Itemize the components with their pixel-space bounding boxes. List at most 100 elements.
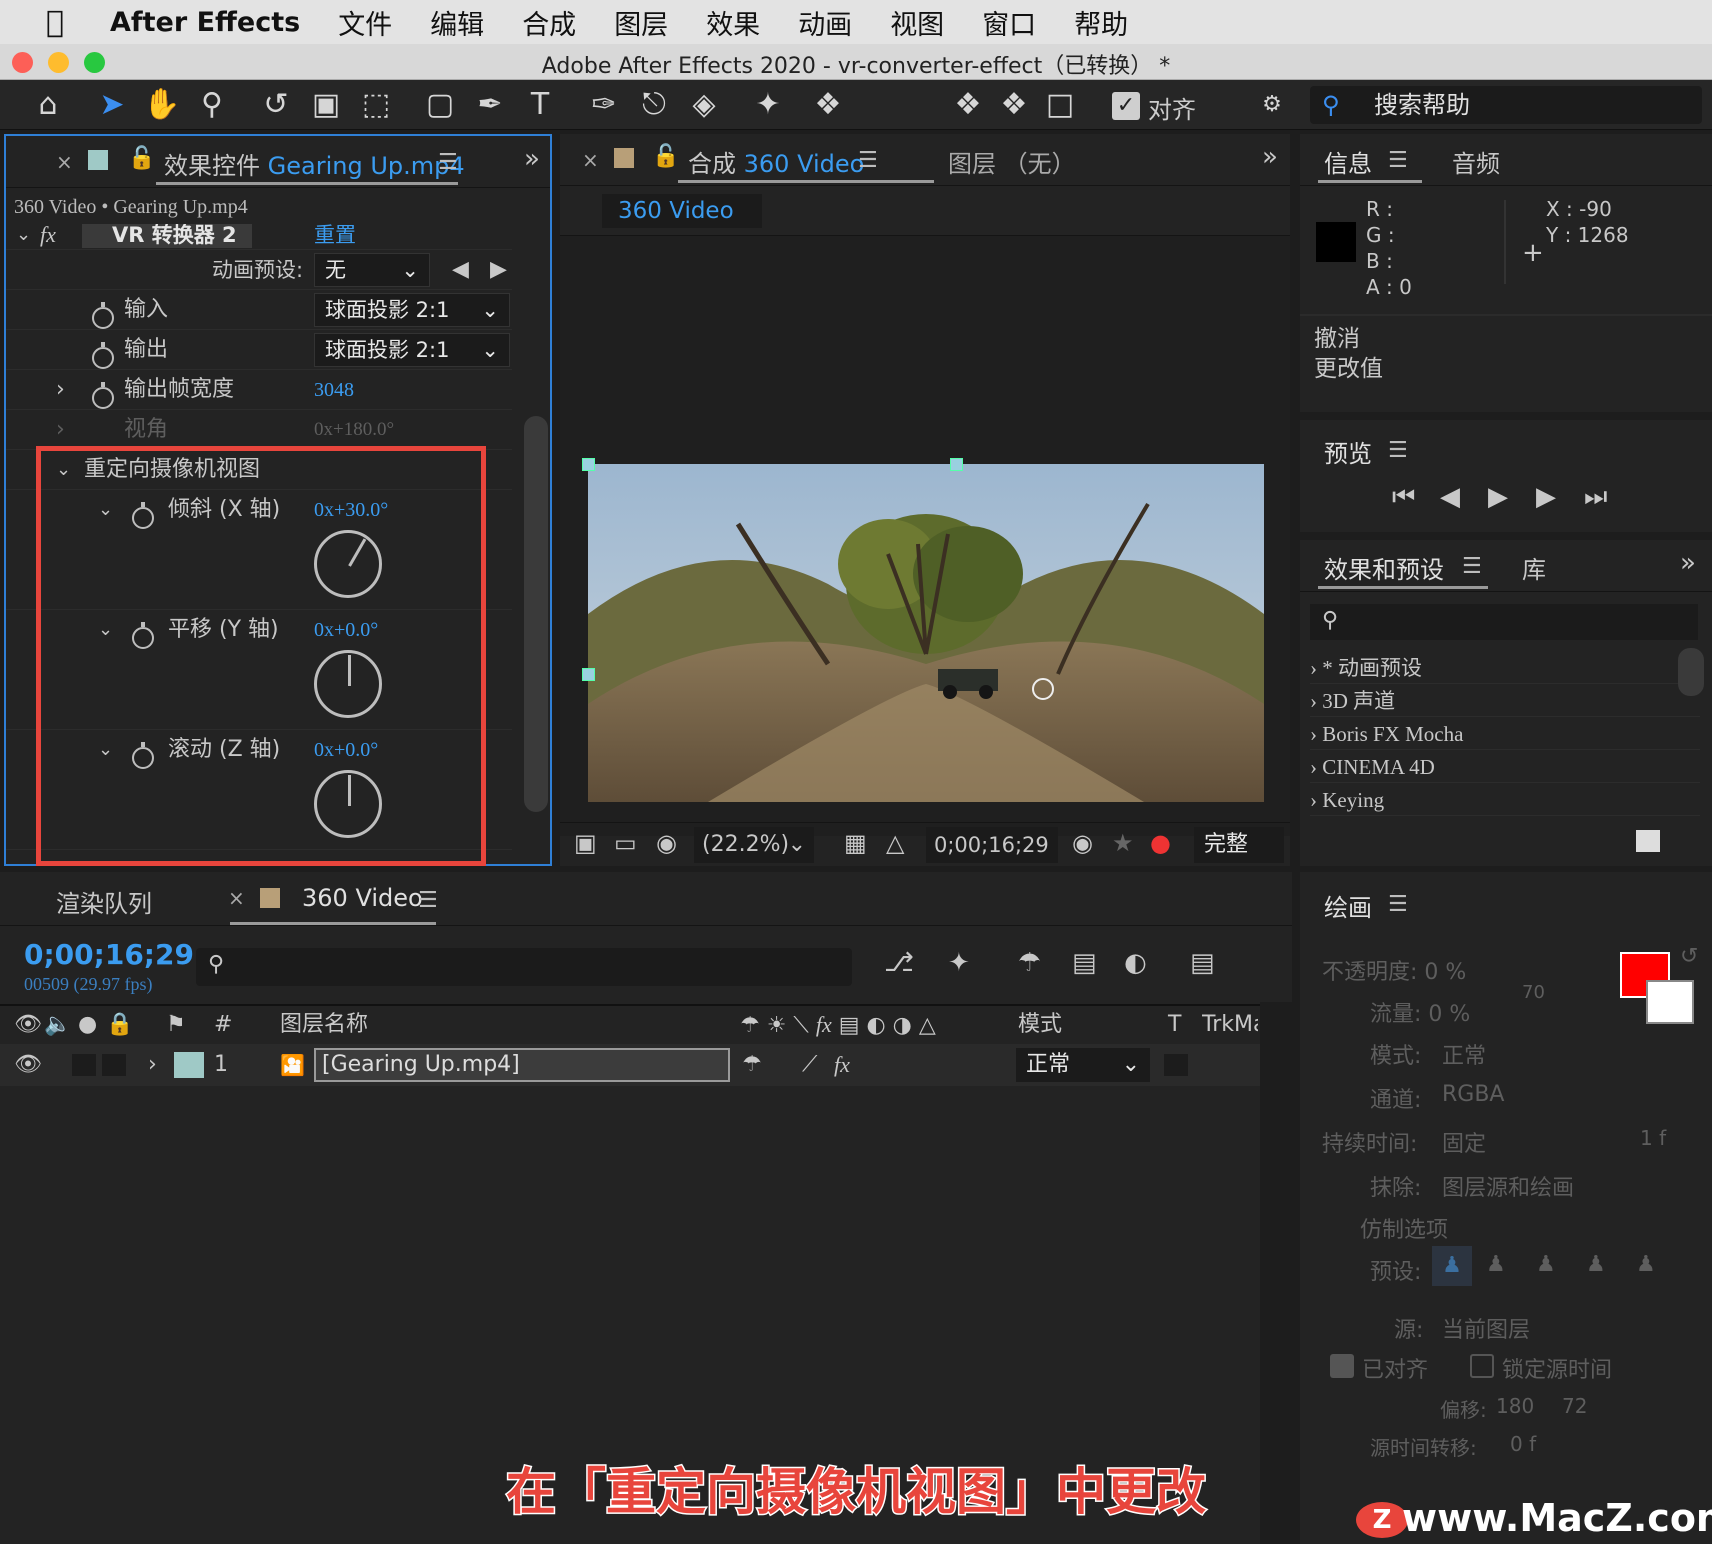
timeline-search-input[interactable]: ⚲ [196, 948, 852, 986]
axis-local-icon[interactable]: ❖ [948, 86, 988, 124]
time-shift-value[interactable]: 0 f [1510, 1432, 1536, 1456]
previous-frame-icon[interactable]: ◀ [1440, 482, 1460, 512]
erase-value[interactable]: 图层源和绘画 [1442, 1170, 1574, 1202]
swap-colors-icon[interactable]: ↺ [1680, 944, 1698, 969]
effect-panel-scrollbar[interactable] [524, 416, 548, 812]
frame-blending-icon[interactable]: ▤ [1072, 948, 1097, 978]
panel-menu-icon[interactable]: ☰ [1462, 554, 1482, 579]
source-value[interactable]: 当前图层 [1442, 1312, 1530, 1344]
menu-view[interactable]: 视图 [890, 3, 944, 42]
menu-animation[interactable]: 动画 [798, 3, 852, 42]
chevron-right-icon[interactable]: › [56, 410, 65, 450]
vr-goggles-icon[interactable]: ◉ [656, 829, 677, 857]
frame-width-value[interactable]: 3048 [314, 370, 354, 410]
chevron-down-icon[interactable]: ⌄ [16, 224, 31, 246]
audio-icon[interactable]: 🔈 [44, 1006, 71, 1044]
comp-flowchart-icon[interactable]: ⎇ [884, 948, 914, 978]
monitor-icon[interactable]: ▭ [614, 829, 637, 857]
menu-window[interactable]: 窗口 [982, 3, 1036, 42]
chevron-double-right-icon[interactable]: » [1680, 548, 1696, 578]
search-help-field[interactable]: ⚲ 搜索帮助 [1310, 86, 1702, 124]
tree-item-cinema-4d[interactable]: › CINEMA 4D [1310, 751, 1700, 783]
always-preview-icon[interactable]: ▣ [574, 829, 597, 857]
layer-tab[interactable]: 图层 （无） [948, 144, 1076, 179]
workspace-icon[interactable]: ⚙ [1252, 86, 1292, 124]
preset-dropdown[interactable]: 无 ⌄ [314, 253, 430, 287]
panel-menu-icon[interactable]: ☰ [858, 148, 878, 173]
fx-switch-icon[interactable]: fx [834, 1044, 850, 1086]
timeline-timecode[interactable]: 0;00;16;29 [24, 938, 194, 971]
tree-item-boris-fx[interactable]: › Boris FX Mocha [1310, 718, 1700, 750]
chevron-double-right-icon[interactable]: » [1262, 142, 1278, 172]
layer-name-field[interactable]: [Gearing Up.mp4] [314, 1048, 730, 1082]
clone-preset-3-icon[interactable]: ♟ [1536, 1252, 1556, 1277]
effect-controls-tab[interactable]: 效果控件 Gearing Up.mp4 [164, 146, 465, 181]
menu-effect[interactable]: 效果 [706, 3, 760, 42]
axis-world-icon[interactable]: ❖ [994, 86, 1034, 124]
chevron-right-icon[interactable]: › [148, 1044, 157, 1086]
roto-brush-tool-icon[interactable]: ✦ [748, 86, 788, 124]
type-tool-icon[interactable]: T [520, 86, 560, 124]
lock-switch[interactable] [102, 1054, 126, 1076]
motion-blur-icon[interactable]: ◐ [1124, 948, 1147, 978]
aligned-checkbox[interactable] [1330, 1354, 1354, 1378]
last-frame-icon[interactable]: ⏭ [1584, 482, 1607, 513]
rectangle-tool-icon[interactable]: ▢ [420, 86, 460, 124]
eye-icon[interactable]: 👁 [14, 1006, 42, 1044]
close-tab-icon[interactable]: × [582, 148, 599, 172]
lock-icon[interactable]: 🔓 [128, 146, 155, 171]
preserve-transparency-switch[interactable] [1164, 1054, 1188, 1076]
menu-composition[interactable]: 合成 [522, 3, 576, 42]
clone-preset-4-icon[interactable]: ♟ [1586, 1252, 1606, 1277]
title-safe-icon[interactable]: ▦ [844, 829, 867, 857]
tree-item-keying[interactable]: › Keying [1310, 784, 1700, 816]
audio-tab[interactable]: 音频 [1452, 144, 1500, 179]
solo-icon[interactable]: ● [78, 1006, 97, 1044]
input-dropdown[interactable]: 球面投影 2:1 ⌄ [314, 293, 510, 327]
menu-file[interactable]: 文件 [338, 3, 392, 42]
timeline-layer-row[interactable]: 👁 › 1 🎦 [Gearing Up.mp4] ☂ ⟋ fx 正常 ⌄ [0, 1044, 1260, 1086]
camera-tool-icon[interactable]: ▣ [306, 86, 346, 124]
zoom-dropdown[interactable]: (22.2%) ⌄ [694, 827, 814, 863]
comp-timeline-tab[interactable]: 360 Video [302, 884, 423, 912]
eraser-tool-icon[interactable]: ◈ [684, 86, 724, 124]
reset-link[interactable]: 重置 [314, 224, 356, 246]
play-icon[interactable]: ▶ [1488, 482, 1508, 512]
render-queue-tab[interactable]: 渲染队列 [56, 884, 152, 919]
lock-icon[interactable]: 🔓 [652, 144, 679, 169]
duration-frames[interactable]: 1 f [1640, 1126, 1666, 1150]
eye-icon[interactable]: 👁 [14, 1044, 42, 1086]
new-bin-icon[interactable] [1636, 830, 1660, 852]
panel-menu-icon[interactable]: ☰ [1388, 438, 1408, 463]
solo-switch[interactable] [72, 1054, 96, 1076]
resolution-dropdown[interactable]: 完整 [1194, 827, 1284, 863]
panel-menu-icon[interactable]: ☰ [1388, 892, 1408, 917]
panel-menu-icon[interactable]: ☰ [438, 150, 458, 175]
fov-value[interactable]: 0x+180.0° [314, 410, 394, 450]
column-mode[interactable]: 模式 [1018, 1006, 1062, 1044]
previous-preset-icon[interactable]: ◀ [452, 250, 469, 290]
library-tab[interactable]: 库 [1522, 550, 1546, 585]
pan-behind-tool-icon[interactable]: ⬚ [356, 86, 396, 124]
chevron-double-right-icon[interactable]: » [524, 144, 540, 174]
puppet-pin-tool-icon[interactable]: ❖ [808, 86, 848, 124]
first-frame-icon[interactable]: ⏮ [1392, 482, 1415, 513]
channel-value[interactable]: RGBA [1442, 1082, 1504, 1107]
current-time-field[interactable]: 0;00;16;29 [926, 827, 1058, 863]
panel-menu-icon[interactable]: ☰ [418, 888, 438, 913]
clone-preset-2-icon[interactable]: ♟ [1486, 1252, 1506, 1277]
close-tab-icon[interactable]: × [228, 886, 245, 910]
graph-editor-icon[interactable]: ▤ [1190, 948, 1215, 978]
clone-preset-1-icon[interactable]: ♟ [1432, 1246, 1472, 1286]
menu-layer[interactable]: 图层 [614, 3, 668, 42]
menu-edit[interactable]: 编辑 [430, 3, 484, 42]
duration-value[interactable]: 固定 [1442, 1126, 1486, 1158]
tree-item-3d-channel[interactable]: › 3D 声道 [1310, 685, 1700, 717]
effects-presets-tab[interactable]: 效果和预设 [1324, 550, 1444, 585]
rotate-tool-icon[interactable]: ↺ [256, 86, 296, 124]
layer-label-swatch[interactable] [174, 1052, 204, 1078]
hand-tool-icon[interactable]: ✋ [142, 86, 182, 124]
axis-view-icon[interactable]: □ [1040, 86, 1080, 124]
label-icon[interactable]: ⚑ [166, 1006, 186, 1044]
align-checkbox[interactable]: ✓ [1112, 92, 1140, 120]
